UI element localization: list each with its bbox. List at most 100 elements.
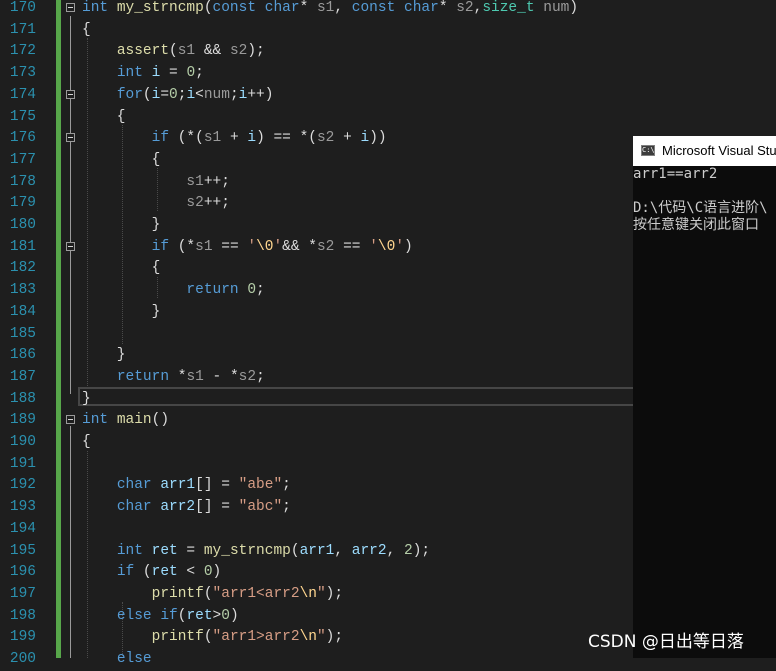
code-token: else <box>116 651 152 667</box>
code-token: ; <box>282 477 291 494</box>
code-text[interactable]: for(i=0;i<num;i++) <box>82 85 274 107</box>
code-text[interactable]: return 0; <box>82 280 264 302</box>
code-text[interactable]: else <box>82 649 152 671</box>
code-token: ( <box>203 629 213 646</box>
code-token: " <box>316 629 326 646</box>
code-text[interactable]: } <box>82 345 126 367</box>
code-text[interactable]: int ret = my_strncmp(arr1, arr2, 2); <box>82 541 430 563</box>
code-text[interactable]: printf("arr1<arr2\n"); <box>82 584 343 606</box>
code-token: assert <box>116 43 170 60</box>
code-token: } <box>82 303 161 320</box>
code-text[interactable]: int i = 0; <box>82 63 204 85</box>
code-line[interactable]: 172 assert(s1 && s2); <box>0 41 776 63</box>
code-text[interactable]: if (*s1 == '\0'&& *s2 == '\0') <box>82 237 413 259</box>
line-number: 170 <box>9 0 36 16</box>
code-token: && <box>195 43 230 60</box>
code-token: + <box>334 130 361 147</box>
code-token: ( <box>169 43 178 60</box>
code-token: ); <box>325 629 344 646</box>
code-text[interactable]: return *s1 - *s2; <box>82 367 265 389</box>
code-text[interactable]: { <box>82 107 126 129</box>
code-text[interactable]: s2++; <box>82 193 230 215</box>
line-number: 174 <box>9 86 36 103</box>
line-number: 186 <box>9 347 36 364</box>
code-token: 0 <box>186 65 196 82</box>
code-token: ++; <box>203 195 230 212</box>
line-number: 184 <box>9 303 36 320</box>
code-token: ++; <box>203 173 230 190</box>
code-token: \n <box>299 629 317 646</box>
code-line[interactable]: 173 int i = 0; <box>0 63 776 85</box>
line-number: 176 <box>9 130 36 147</box>
code-token: { <box>82 108 126 125</box>
code-token: ; <box>282 499 291 516</box>
code-text[interactable]: if (*(s1 + i) == *(s2 + i)) <box>82 128 387 150</box>
code-text[interactable]: { <box>82 150 161 172</box>
code-token: 0 <box>169 86 178 103</box>
code-token: ) <box>212 564 222 581</box>
code-token: s2 <box>316 238 335 255</box>
code-token: ++) <box>247 86 274 103</box>
code-token: s2 <box>229 43 248 60</box>
code-token: ( <box>203 585 213 602</box>
code-line[interactable]: 170 int my_strncmp(const char* s1, const … <box>0 0 776 20</box>
line-number: 194 <box>9 520 36 537</box>
line-number: 189 <box>9 412 36 429</box>
line-number: 182 <box>9 260 36 277</box>
code-token: int <box>116 542 143 559</box>
console-title-bar[interactable]: C:\ Microsoft Visual Studio <box>633 136 776 166</box>
line-number: 198 <box>9 607 36 624</box>
code-line[interactable]: 175 { <box>0 107 776 129</box>
code-token: if <box>116 564 135 581</box>
line-number: 190 <box>9 434 36 450</box>
console-title: Microsoft Visual Studio <box>662 143 776 158</box>
code-text[interactable]: int main() <box>82 410 169 432</box>
code-token: "arr1>arr2 <box>212 629 300 646</box>
code-line[interactable]: 174 for(i=0;i<num;i++) <box>0 85 776 107</box>
code-text[interactable]: else if(ret>0) <box>82 606 239 628</box>
code-text[interactable]: } <box>82 302 161 324</box>
code-token: for <box>116 86 143 103</box>
line-number: 192 <box>9 477 36 494</box>
collapse-icon[interactable] <box>66 133 75 143</box>
collapse-icon[interactable] <box>66 3 75 12</box>
code-token: s1 <box>186 368 204 385</box>
code-token: * <box>299 0 317 16</box>
code-text[interactable]: char arr2[] = "abc"; <box>82 497 291 519</box>
code-token: [] = <box>195 477 239 494</box>
code-text[interactable]: { <box>82 432 91 454</box>
code-token: } <box>82 390 91 407</box>
watermark: CSDN @日出等日落 <box>588 632 744 652</box>
code-token: [] = <box>195 499 239 516</box>
code-text[interactable]: assert(s1 && s2); <box>82 41 265 63</box>
code-text[interactable]: { <box>82 20 91 42</box>
code-text[interactable]: int my_strncmp(const char* s1, const cha… <box>82 0 578 20</box>
code-text[interactable]: } <box>82 215 161 237</box>
collapse-icon[interactable] <box>66 415 75 425</box>
code-token: , <box>334 0 352 16</box>
code-token: arr1 <box>160 477 196 494</box>
line-number: 180 <box>9 217 36 233</box>
collapse-icon[interactable] <box>66 89 75 99</box>
console-window[interactable]: C:\ Microsoft Visual Studio arr1==arr2 D… <box>633 136 776 658</box>
collapse-icon[interactable] <box>66 241 75 251</box>
code-token: s1 <box>203 130 222 147</box>
code-token: \0 <box>377 238 396 255</box>
code-line[interactable]: 171 { <box>0 20 776 42</box>
code-text[interactable]: char arr1[] = "abe"; <box>82 475 291 497</box>
code-token: s1 <box>177 43 196 60</box>
code-text[interactable]: } <box>82 389 91 411</box>
line-number: 199 <box>9 629 36 646</box>
code-text[interactable]: { <box>82 258 161 280</box>
code-token: ret <box>151 542 178 559</box>
code-token: s1 <box>186 173 204 190</box>
code-token: )) <box>369 130 387 147</box>
code-text[interactable]: printf("arr1>arr2\n"); <box>82 627 343 649</box>
code-text[interactable]: s1++; <box>82 172 230 194</box>
code-text[interactable]: if (ret < 0) <box>82 562 221 584</box>
